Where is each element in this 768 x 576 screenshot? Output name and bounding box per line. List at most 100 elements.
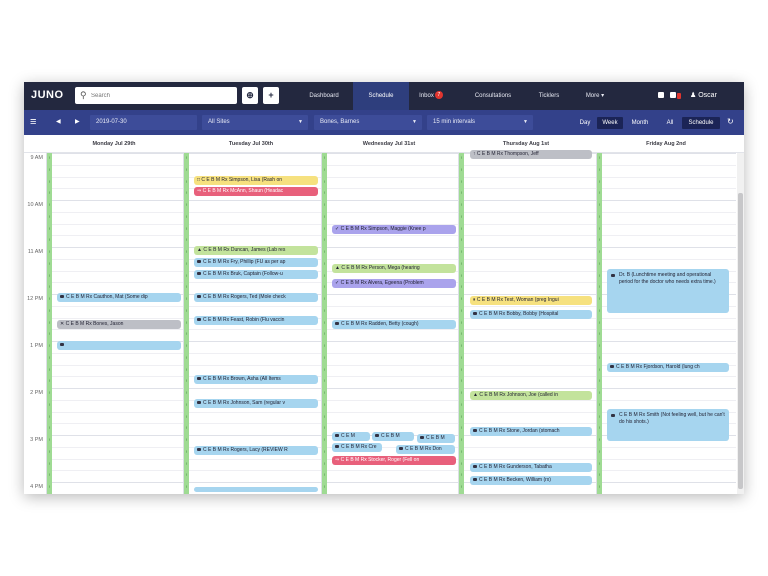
view-month-button[interactable]: Month xyxy=(627,117,653,129)
appointment[interactable]: C E B M Rx Radden, Betty (cough) xyxy=(332,320,456,329)
checkbox-icon[interactable] xyxy=(658,92,664,101)
appointment[interactable] xyxy=(57,341,181,350)
appointment[interactable] xyxy=(194,487,318,492)
add-button[interactable]: + xyxy=(263,87,279,104)
day-header-wednesday[interactable]: Wednesday Jul 31st xyxy=(321,135,457,153)
refresh-icon[interactable]: ↻ xyxy=(727,117,734,126)
availability-tick: ! xyxy=(460,237,463,243)
appointment[interactable]: ⇒ C E B M Rx Stocker, Roger (Fell on xyxy=(332,456,456,465)
day-column-friday[interactable]: !!!!!!!!!!!!!!!!!!!!!!!!!!!!! xyxy=(596,153,737,494)
appointment[interactable]: C E B M xyxy=(417,434,455,443)
search-input[interactable] xyxy=(91,89,231,102)
appointment-label: C E B M Rx Test, Woman (preg Ingui xyxy=(476,297,559,303)
appointment[interactable]: C E B M Rx Feast, Robin (Flu vaccin xyxy=(194,316,318,325)
appointment[interactable]: ▲ C E B M Rx Duncan, James (Lab res xyxy=(194,246,318,255)
top-navigation-bar: JUNO ⚲ ⊕ + Dashboard Schedule Inbox7 Con… xyxy=(24,82,744,110)
appointment[interactable]: ▲ C E B M Rx Johnson, Joe (called in xyxy=(470,391,592,400)
appointment[interactable]: C E B M Rx Stone, Jordan (stomach xyxy=(470,427,592,436)
availability-tick: ! xyxy=(323,225,326,231)
appointment[interactable]: C E B M Rx Fjordson, Harold (lung ch xyxy=(607,363,729,372)
provider-select[interactable]: Bones, Barnes ▼ xyxy=(314,115,422,130)
appointment[interactable]: C E B M Rx Cauthon, Mat (Some dip xyxy=(57,293,181,302)
appointment[interactable]: ✓ C E B M Rx Simpson, Maggie (Knee p xyxy=(332,225,456,234)
availability-tick: ! xyxy=(598,331,601,337)
day-header-monday[interactable]: Monday Jul 29th xyxy=(46,135,182,153)
schedule-toolbar: ≡ ◀ ▶ 2019-07-30 All Sites ▼ Bones, Barn… xyxy=(24,110,744,135)
appointment[interactable]: C E B M Rx Bobby, Bobby (Hospital xyxy=(470,310,592,319)
chevron-down-icon: ▼ xyxy=(412,119,417,125)
appointment[interactable]: ⇒ C E B M Rx McAnn, Shaun (Headac xyxy=(194,187,318,196)
next-week-button[interactable]: ▶ xyxy=(75,118,80,125)
appointment[interactable]: □ C E B M Rx Simpson, Lisa (Rash on xyxy=(194,176,318,185)
availability-tick: ! xyxy=(185,155,188,160)
appointment-label: C E B M Rx Bruk, Captain (Follow-u xyxy=(203,271,283,277)
folder-icon xyxy=(335,322,339,325)
person-icon: ⊕ xyxy=(246,90,254,100)
appointment-note[interactable]: C E B M Rx Smith (Not feeling well, but … xyxy=(607,409,729,441)
appointment-label: C E B M Rx Bobby, Bobby (Hospital xyxy=(479,311,559,317)
appointment-note[interactable]: Dr. B (Lunchtime meeting and operational… xyxy=(607,269,729,313)
view-all-button[interactable]: All xyxy=(662,117,678,129)
availability-tick: ! xyxy=(598,448,601,454)
availability-tick: ! xyxy=(460,272,463,278)
appointment[interactable]: ✕ C E B M Rx Bones, Jason xyxy=(57,320,181,329)
view-day-button[interactable]: Day xyxy=(576,117,594,129)
appointment[interactable]: C E B M Rx Gunderson, Tabatha xyxy=(470,463,592,472)
availability-tick: ! xyxy=(323,472,326,478)
prev-week-button[interactable]: ◀ xyxy=(56,118,61,125)
appointment-label: Dr. B (Lunchtime meeting and operational… xyxy=(619,272,716,285)
appointment[interactable]: ↑ C E B M Rx Thompson, Jeff xyxy=(470,150,592,159)
availability-tick: ! xyxy=(460,425,463,431)
availability-tick: ! xyxy=(323,437,326,442)
availability-tick: ! xyxy=(48,272,51,278)
schedule-button[interactable]: Schedule xyxy=(682,117,720,129)
availability-tick: ! xyxy=(323,260,326,266)
juno-logo: JUNO xyxy=(31,89,64,101)
search-box[interactable]: ⚲ xyxy=(75,87,237,104)
day-header-friday[interactable]: Friday Aug 2nd xyxy=(596,135,736,153)
day-header-tuesday[interactable]: Tuesday Jul 30th xyxy=(183,135,319,153)
sidebar-toggle-icon[interactable]: ≡ xyxy=(30,116,36,128)
scrollbar-thumb[interactable] xyxy=(738,193,743,489)
appointment[interactable]: ⏸ C E B M Rx Test, Woman (preg Ingui xyxy=(470,296,592,305)
nav-tab-consultations[interactable]: Consultations xyxy=(460,82,526,110)
day-column-thursday[interactable]: !!!!!!!!!!!!!!!!!!!!!!!!!!!!! xyxy=(458,153,596,494)
availability-tick: ! xyxy=(48,437,51,442)
appointment-label: C E B M Rx Rogers, Ted (Mole check xyxy=(203,294,286,300)
appointment[interactable]: C E B M Rx Bruk, Captain (Follow-u xyxy=(194,270,318,279)
user-menu[interactable]: ♟ Oscar xyxy=(690,92,717,100)
vertical-scrollbar[interactable] xyxy=(737,153,744,494)
appointment[interactable]: ✓ C E B M Rx Alvera, Egeena (Problem xyxy=(332,279,456,288)
appointment-label: C E B M Rx Fry, Phillip (FU as per ap xyxy=(203,259,286,265)
nav-tab-schedule[interactable]: Schedule xyxy=(353,82,409,110)
inbox-count-badge: 7 xyxy=(434,91,443,99)
nav-tab-ticklers[interactable]: Ticklers xyxy=(530,82,568,110)
appointment[interactable]: C E B M Rx Rogers, Ted (Mole check xyxy=(194,293,318,302)
view-week-button[interactable]: Week xyxy=(597,117,623,129)
appointment[interactable]: C E B M Rx Brown, Asha (All Items xyxy=(194,375,318,384)
availability-tick: ! xyxy=(323,319,326,325)
availability-tick: ! xyxy=(48,213,51,219)
sites-select[interactable]: All Sites ▼ xyxy=(202,115,308,130)
appointment[interactable]: C E B M Rx Don xyxy=(396,445,455,454)
patient-action-button[interactable]: ⊕ xyxy=(242,87,258,104)
availability-tick: ! xyxy=(598,366,601,372)
availability-tick: ! xyxy=(323,166,326,172)
appointment[interactable]: C E B M Rx Fry, Phillip (FU as per ap xyxy=(194,258,318,267)
interval-select[interactable]: 15 min intervals ▼ xyxy=(427,115,533,130)
availability-tick: ! xyxy=(48,460,51,466)
nav-tab-inbox[interactable]: Inbox 7 xyxy=(413,82,449,110)
appointment[interactable]: C E B M Rx Rogers, Lacy (REVIEW R xyxy=(194,446,318,455)
nav-tab-dashboard[interactable]: Dashboard xyxy=(300,82,348,110)
nav-tab-more[interactable]: More ▾ xyxy=(576,82,614,110)
appointment[interactable]: C E B M xyxy=(372,432,414,441)
appointment[interactable]: C E B M Rx Johnson, Sam (regular v xyxy=(194,399,318,408)
availability-tick: ! xyxy=(48,425,51,431)
date-picker[interactable]: 2019-07-30 xyxy=(90,115,197,130)
mail-icon[interactable] xyxy=(670,92,681,101)
appointment[interactable]: C E B M Rx Becken, William (rx) xyxy=(470,476,592,485)
appointment[interactable]: C E B M Rx Cre xyxy=(332,443,382,452)
appointment[interactable]: C E M xyxy=(332,432,370,441)
availability-strip: !!!!!!!!!!!!!!!!!!!!!!!!!!!!! xyxy=(459,153,464,494)
appointment[interactable]: ▲ C E B M Rx Person, Mega (hearing xyxy=(332,264,456,273)
